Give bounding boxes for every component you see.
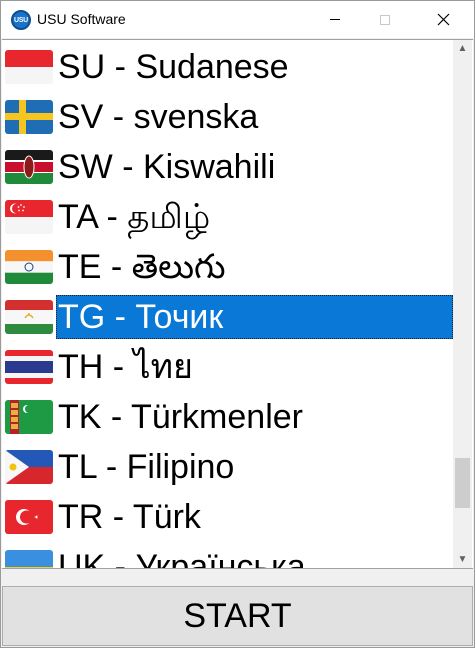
flag-sweden-icon	[5, 100, 53, 134]
maximize-icon	[380, 14, 390, 25]
language-label: TL - Filipino	[58, 448, 235, 486]
language-list-item[interactable]: SW - Kiswahili	[5, 143, 453, 191]
language-label: TG - Точик	[56, 295, 453, 339]
minimize-button[interactable]	[312, 1, 358, 38]
maximize-button[interactable]	[362, 1, 408, 38]
language-list-item[interactable]: SV - svenska	[5, 93, 453, 141]
title-bar[interactable]: USU USU Software	[1, 1, 474, 38]
minimize-icon	[330, 19, 340, 20]
flag-kenya-icon	[5, 150, 53, 184]
language-list-item[interactable]: TK - Türkmenler	[5, 393, 453, 441]
close-button[interactable]	[420, 1, 466, 38]
language-label: TK - Türkmenler	[58, 398, 303, 436]
language-list-item[interactable]: TL - Filipino	[5, 443, 453, 491]
app-window: USU USU Software SU - Sudanese SV - svens…	[0, 0, 475, 648]
flag-turkey-icon	[5, 500, 53, 534]
language-list-item[interactable]: UK - Українська	[5, 543, 453, 569]
flag-india-icon	[5, 250, 53, 284]
flag-turkmenistan-icon	[5, 400, 53, 434]
flag-thailand-icon	[5, 350, 53, 384]
language-label: TA - தமிழ்	[58, 198, 211, 236]
close-icon	[437, 13, 449, 26]
language-label: SV - svenska	[58, 98, 259, 136]
flag-tajikistan-icon	[5, 300, 53, 334]
language-label: UK - Українська	[58, 548, 306, 569]
language-list-item[interactable]: TA - தமிழ்	[5, 193, 453, 241]
flag-philippines-icon	[5, 450, 53, 484]
language-label: TE - తెలుగు	[58, 248, 226, 286]
usu-logo-icon: USU	[11, 10, 31, 30]
language-label: SW - Kiswahili	[58, 148, 276, 186]
scroll-up-arrow-icon[interactable]: ▲	[453, 40, 472, 57]
language-list[interactable]: SU - Sudanese SV - svenska SW - Kiswahili T…	[2, 39, 473, 569]
language-label: TR - Türk	[58, 498, 201, 536]
language-list-item[interactable]: TE - తెలుగు	[5, 243, 453, 291]
window-title: USU Software	[37, 11, 126, 27]
language-list-item[interactable]: TR - Türk	[5, 493, 453, 541]
language-list-item[interactable]: SU - Sudanese	[5, 43, 453, 91]
scroll-down-arrow-icon[interactable]: ▼	[453, 551, 472, 568]
vertical-scrollbar[interactable]: ▲ ▼	[453, 40, 472, 568]
flag-singapore-icon	[5, 200, 53, 234]
start-button[interactable]: START	[2, 586, 473, 646]
scroll-thumb[interactable]	[455, 458, 470, 508]
language-list-item[interactable]: TH - ไทย	[5, 343, 453, 391]
language-list-item[interactable]: TG - Точик	[5, 293, 453, 341]
language-label: TH - ไทย	[58, 348, 193, 386]
flag-indonesia-icon	[5, 50, 53, 84]
language-label: SU - Sudanese	[58, 48, 289, 86]
flag-ukraine-icon	[5, 550, 53, 568]
